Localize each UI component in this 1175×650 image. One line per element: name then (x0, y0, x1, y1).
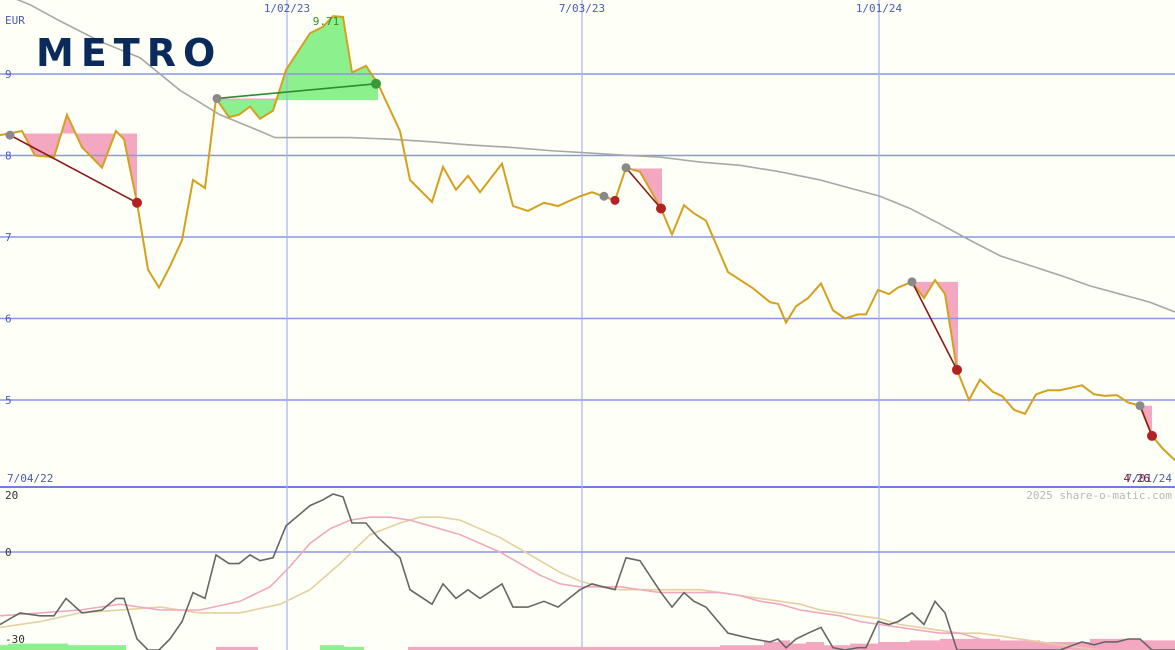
start-date-label: 7/04/22 (7, 472, 53, 485)
marker-dot (610, 195, 620, 205)
trend-start-dot (5, 130, 15, 140)
peak-value-label: 9.71 (313, 15, 340, 28)
y-tick-label: 5 (5, 394, 12, 407)
trend-end-dot (1147, 430, 1157, 441)
currency-label: EUR (5, 14, 25, 27)
price-line (0, 15, 1175, 462)
marker-dot (599, 191, 609, 201)
axis-labels: 9 8 7 6 5 1/02/23 7/03/23 1/01/24 20 0 -30 (5, 2, 903, 646)
last-value-label: 4.26 (1124, 472, 1151, 485)
histogram-bar (878, 642, 910, 650)
histogram-bar (68, 645, 126, 650)
osc-tick-label: 20 (5, 489, 18, 502)
histogram-bar (320, 645, 344, 650)
trend-line (9, 134, 138, 204)
trend-start-dot (907, 277, 917, 287)
histogram-bar (910, 640, 940, 650)
trend-start-dot (621, 163, 631, 173)
metro-logo: METRO (36, 31, 223, 75)
oscillator-line (0, 493, 1175, 650)
y-tick-label: 9 (5, 68, 12, 81)
shaded-region (22, 114, 137, 203)
histogram-bar (790, 643, 806, 650)
trend-end-dot (132, 197, 142, 208)
histogram-bar (1140, 640, 1175, 650)
trend-start-dot (212, 93, 222, 103)
oscillator-histogram (0, 638, 1175, 650)
histogram-bar (720, 645, 764, 650)
y-tick-label: 6 (5, 313, 12, 326)
shaded-region (216, 16, 378, 119)
y-tick-label: 8 (5, 150, 12, 163)
stock-chart: 9 8 7 6 5 1/02/23 7/03/23 1/01/24 20 0 -30 EUR 7/0… (0, 0, 1175, 650)
watermark: 2025 share-o-matic.com (1026, 489, 1172, 502)
shaded-regions (22, 16, 1152, 436)
x-tick-label: 7/03/23 (559, 2, 605, 15)
histogram-bar (764, 642, 778, 650)
y-tick-label: 7 (5, 231, 12, 244)
x-tick-label: 1/02/23 (264, 2, 310, 15)
grid (0, 0, 1175, 650)
x-tick-label: 1/01/24 (856, 2, 903, 15)
osc-tick-label: -30 (5, 633, 25, 646)
trend-end-dot (371, 78, 381, 89)
trend-segments (5, 78, 1157, 441)
trend-end-dot (952, 364, 962, 375)
histogram-bar (806, 642, 824, 650)
osc-tick-label: 0 (5, 546, 12, 559)
trend-start-dot (1135, 401, 1145, 411)
oscillator-lines (0, 493, 1175, 650)
trend-end-dot (656, 203, 666, 214)
